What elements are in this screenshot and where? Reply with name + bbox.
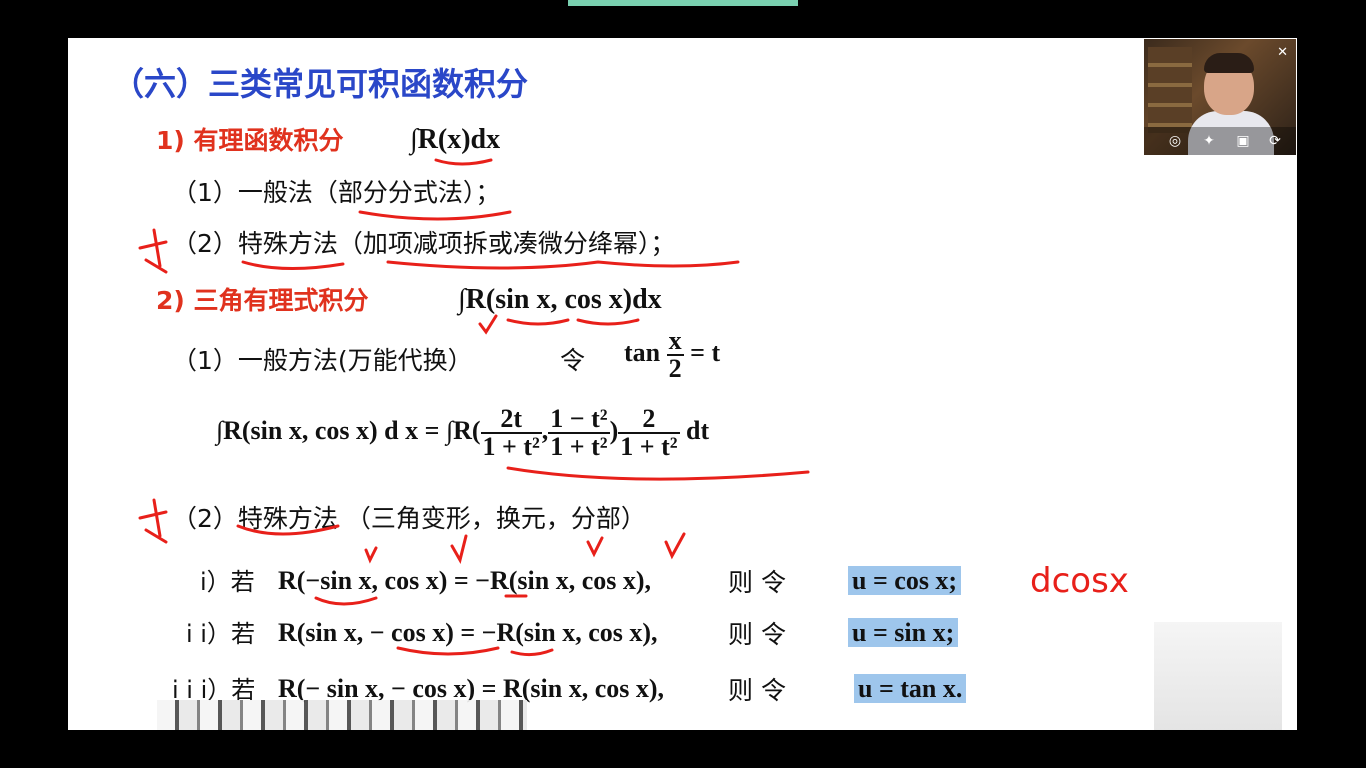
underline-big-formula	[506, 466, 810, 481]
x-over-2: x2	[666, 326, 684, 383]
sec2-item-1: （1）一般方法(万能代换）	[172, 346, 473, 375]
case-1-sub: u = cos x;	[848, 566, 962, 595]
equals-t: = t	[690, 337, 721, 367]
top-indicator-bar	[568, 0, 798, 6]
handwritten-dcosx: dcosx	[1030, 561, 1129, 601]
underline-special-method-1	[241, 260, 345, 271]
case-2-equation: R(sin x, − cos x) = −R(sin x, cos x),	[278, 618, 658, 647]
case-3-label: i i i）若	[172, 676, 256, 704]
underline-add-subtract	[386, 260, 740, 270]
check-R	[478, 314, 498, 335]
underline-neg-cos	[396, 646, 500, 656]
universal-substitution-formula: ∫R(sin x, cos x) d x = ∫R(2t 1 + t², 1 − t…	[216, 404, 710, 461]
close-icon[interactable]: ✕	[1277, 45, 1288, 60]
bottom-bar	[68, 730, 1297, 768]
underline-neg-R2	[510, 648, 554, 657]
section-1-formula: ∫R(x)dx	[410, 124, 501, 155]
blurred-panel	[1154, 622, 1282, 746]
sec1-item-1: （1）一般法（部分分式法）；	[172, 178, 501, 207]
section-1-label: 1) 有理函数积分	[156, 126, 344, 155]
slide-title: （六）三类常见可积函数积分	[112, 65, 529, 103]
bookshelf	[1148, 47, 1192, 133]
video-controls: ◎ ✦ ▣ ⟳	[1144, 127, 1296, 155]
magic-wand-icon[interactable]: ✦	[1200, 132, 1218, 150]
tan-text: tan	[624, 337, 661, 367]
underline-sin-cos	[506, 318, 640, 326]
presenter-video[interactable]: ✕ ◎ ✦ ▣ ⟳	[1144, 39, 1296, 155]
blurred-subtitle	[157, 700, 527, 730]
camera-switch-icon[interactable]: ◎	[1166, 132, 1184, 150]
slide: （六）三类常见可积函数积分 1) 有理函数积分 ∫R(x)dx （1）一般法（部…	[68, 38, 1297, 730]
case-3-sub: u = tan x.	[854, 674, 967, 703]
star-mark-2	[138, 498, 168, 544]
case-1-equation: R(−sin x, cos x) = −R(sin x, cos x),	[278, 566, 652, 595]
presenter-hair	[1204, 53, 1254, 73]
star-mark-1	[138, 228, 168, 274]
case-3-ze: 则 令	[728, 676, 786, 705]
case-2-ze: 则 令	[728, 620, 786, 649]
case-3-equation: R(− sin x, − cos x) = R(sin x, cos x),	[278, 674, 665, 703]
case-1-label: i）若	[200, 568, 255, 596]
substitution-formula: tan x2 = t	[624, 328, 720, 382]
sec1-item-2: （2）特殊方法（加项减项拆或凑微分绛幂）；	[172, 229, 676, 258]
underline-partial-fractions	[358, 210, 512, 221]
portrait-icon[interactable]: ▣	[1234, 132, 1252, 150]
section-2-formula: ∫R(sin x, cos x)dx	[458, 284, 662, 315]
case-2-sub: u = sin x;	[848, 618, 959, 647]
underline-neg-sin	[314, 596, 378, 606]
check-marks	[364, 532, 686, 564]
rotate-icon[interactable]: ⟳	[1266, 132, 1284, 150]
section-2-label: 2) 三角有理式积分	[156, 286, 369, 315]
ling-text: 令	[560, 346, 586, 375]
sec2-item-2: （2）特殊方法 （三角变形，换元，分部）	[172, 504, 646, 533]
case-2-label: i i）若	[186, 620, 255, 648]
underline-Rx	[434, 158, 493, 166]
case-1-ze: 则 令	[728, 568, 786, 597]
